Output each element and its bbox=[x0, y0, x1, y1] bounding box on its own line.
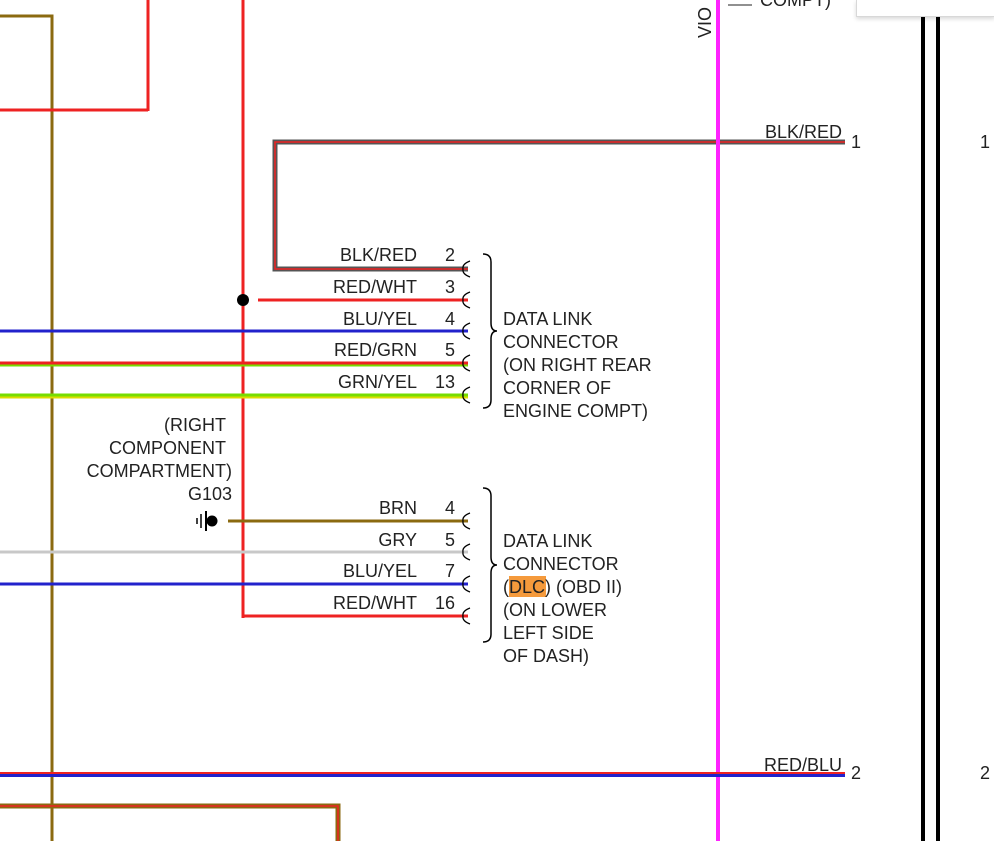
upper-pin-number: 13 bbox=[435, 372, 455, 392]
upper-pin-number: 3 bbox=[445, 277, 455, 297]
lower-wire-label: GRY bbox=[378, 530, 417, 550]
lower-pin-number: 4 bbox=[445, 498, 455, 518]
right-wire-far-pin: 2 bbox=[980, 763, 990, 783]
upper-connector-desc: CONNECTOR bbox=[503, 332, 619, 352]
ground-location-label: COMPONENT bbox=[109, 438, 226, 458]
lower-pin-number: 16 bbox=[435, 593, 455, 613]
upper-connector-desc: ENGINE COMPT) bbox=[503, 401, 648, 421]
connector-brace-icon bbox=[482, 487, 498, 643]
dlc-highlight-text: DLC bbox=[509, 577, 545, 597]
lower-connector-desc-line3: (DLC) (OBD II) bbox=[503, 577, 622, 597]
ground-symbol-icon bbox=[196, 511, 218, 531]
upper-connector-desc: CORNER OF bbox=[503, 378, 611, 398]
lower-wire-label: BLU/YEL bbox=[343, 561, 417, 581]
vio-label: VIO bbox=[695, 7, 715, 38]
ground-location-label: (RIGHT bbox=[164, 415, 226, 435]
lower-connector-desc: LEFT SIDE bbox=[503, 623, 594, 643]
lower-wire-label: RED/WHT bbox=[333, 593, 417, 613]
connector-braces bbox=[482, 253, 498, 643]
upper-connector-desc: (ON RIGHT REAR bbox=[503, 355, 652, 375]
right-wire-pin: 2 bbox=[851, 763, 861, 783]
lower-connector-desc: CONNECTOR bbox=[503, 554, 619, 574]
upper-pin-number: 5 bbox=[445, 340, 455, 360]
connector-pin-terminals bbox=[462, 260, 471, 625]
ground-id-label: G103 bbox=[188, 484, 232, 504]
right-wire-far-pin: 1 bbox=[980, 132, 990, 152]
lower-connector-desc: DATA LINK bbox=[503, 531, 592, 551]
lower-connector-desc: (ON LOWER bbox=[503, 600, 607, 620]
lower-connector-desc: OF DASH) bbox=[503, 646, 589, 666]
upper-connector-desc: DATA LINK bbox=[503, 309, 592, 329]
ground-location-label: COMPARTMENT) bbox=[87, 461, 232, 481]
top-cut-text: COMPT) bbox=[760, 0, 831, 10]
popup-panel-corner bbox=[856, 0, 994, 17]
upper-pin-number: 2 bbox=[445, 245, 455, 265]
right-wire-pin: 1 bbox=[851, 132, 861, 152]
brown-wire-left-vertical bbox=[0, 14, 54, 841]
splice-dot bbox=[237, 294, 249, 306]
upper-wire-label: BLU/YEL bbox=[343, 309, 417, 329]
upper-pin-number: 4 bbox=[445, 309, 455, 329]
upper-wire-label: RED/WHT bbox=[333, 277, 417, 297]
right-wire-label: RED/BLU bbox=[764, 755, 842, 775]
lower-wire-label: BRN bbox=[379, 498, 417, 518]
lower-pin-number: 5 bbox=[445, 530, 455, 550]
upper-wire-label: GRN/YEL bbox=[338, 372, 417, 392]
upper-wire-label: RED/GRN bbox=[334, 340, 417, 360]
lower-pin-number: 7 bbox=[445, 561, 455, 581]
right-wire-label: BLK/RED bbox=[765, 122, 842, 142]
upper-wire-label: BLK/RED bbox=[340, 245, 417, 265]
connector-brace-icon bbox=[482, 253, 498, 409]
wiring-diagram: VIO COMPT) BLK/RED 1 1 RED/BLU 2 2 BLK/R… bbox=[0, 0, 990, 841]
